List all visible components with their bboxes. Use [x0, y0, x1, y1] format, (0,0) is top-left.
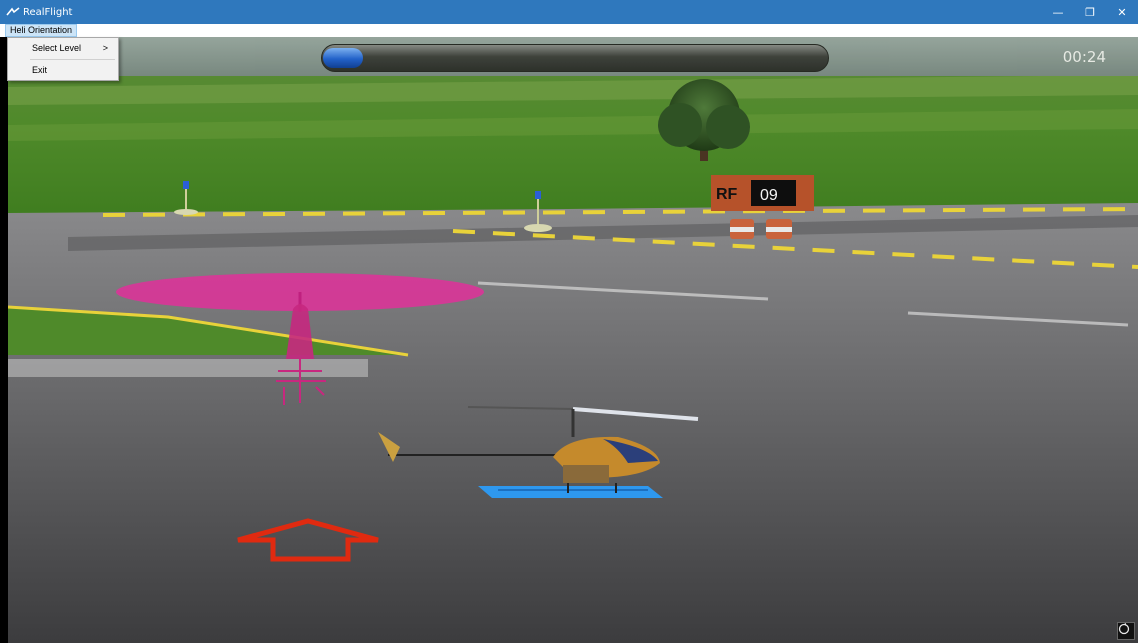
hud-bar: 00:24: [8, 37, 1138, 76]
sign-rf-text: RF: [716, 186, 738, 203]
reset-view-button[interactable]: [1117, 622, 1135, 640]
dropdown-menu: Select Level > Exit: [7, 37, 119, 81]
runway-marking: [8, 359, 368, 377]
flight-timer: 00:24: [1062, 48, 1106, 66]
minimize-button[interactable]: —: [1042, 0, 1074, 24]
menu-heli-orientation[interactable]: Heli Orientation: [5, 24, 78, 37]
scene-render: RF 09: [8, 37, 1138, 643]
sign-number-text: 09: [760, 187, 778, 204]
exit-label: Exit: [32, 65, 48, 75]
reset-view-icon: [1118, 623, 1130, 635]
restore-button[interactable]: ❐: [1074, 0, 1106, 24]
flight-viewport[interactable]: RF 09 00:24: [8, 37, 1138, 643]
menu-separator: [30, 59, 115, 60]
close-button[interactable]: ✕: [1106, 0, 1138, 24]
title-bar: RealFlight — ❐ ✕: [0, 0, 1138, 24]
start-sign: RF 09: [711, 175, 814, 211]
menu-item-exit[interactable]: Exit: [8, 61, 118, 79]
submenu-arrow-icon: >: [102, 43, 108, 53]
window-title: RealFlight: [23, 6, 73, 18]
menu-bar: Heli Orientation: [0, 24, 1138, 37]
level-progress-fill: [323, 48, 363, 68]
select-level-label: Select Level: [32, 43, 82, 53]
realflight-logo-icon: [6, 7, 20, 16]
level-progress-bar: [321, 44, 829, 72]
menu-item-select-level[interactable]: Select Level >: [8, 39, 118, 57]
